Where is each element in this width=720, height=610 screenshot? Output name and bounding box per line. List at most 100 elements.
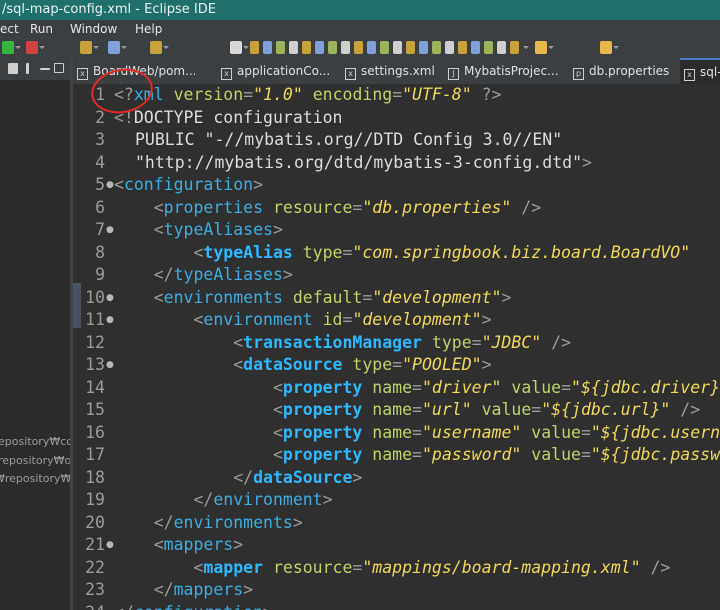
view-menu-icon[interactable] xyxy=(26,63,29,74)
forward-icon[interactable] xyxy=(600,41,619,54)
code-token: < xyxy=(114,535,164,554)
tab-label: settings.xml xyxy=(361,64,435,78)
run-icon[interactable] xyxy=(2,41,21,54)
collapse-all-icon[interactable] xyxy=(8,63,18,74)
tree-item[interactable]: epository₩com xyxy=(0,435,70,448)
fold-toggle-icon[interactable]: ● xyxy=(106,219,114,242)
code-line[interactable]: <property name="password" value="${jdbc.… xyxy=(114,444,720,467)
toolbar-tool-icon[interactable] xyxy=(497,41,516,54)
toolbar-tool-icon[interactable] xyxy=(458,41,477,54)
new-icon[interactable] xyxy=(108,41,127,54)
toolbar-tool-icon[interactable] xyxy=(367,41,386,54)
code-token: = xyxy=(580,422,591,442)
xml-editor[interactable]: 1 <?xml version="1.0" encoding="UTF-8" ?>… xyxy=(73,84,720,610)
code-token: configuration xyxy=(123,175,254,194)
code-line[interactable]: <property name="url" value="${jdbc.url}"… xyxy=(114,399,700,422)
tab-application-context[interactable]: x applicationCo... xyxy=(217,58,339,84)
toolbar-tool-icon[interactable] xyxy=(341,41,360,54)
code-line[interactable]: </configuration> xyxy=(114,602,273,610)
code-token: > xyxy=(282,265,293,284)
code-token: < xyxy=(114,355,244,374)
toolbar-tool-icon[interactable] xyxy=(302,41,321,54)
code-line[interactable]: <mapper resource="mappings/board-mapping… xyxy=(114,557,670,580)
menu-item-help[interactable]: Help xyxy=(135,20,162,38)
toolbar-tool-icon[interactable] xyxy=(510,41,529,54)
code-line[interactable]: <environment id="development"> xyxy=(114,309,491,332)
code-token: properties xyxy=(163,197,264,217)
code-token: "POOLED" xyxy=(402,355,482,374)
code-line[interactable]: <typeAliases> xyxy=(114,219,283,242)
properties-file-icon: p xyxy=(573,68,584,80)
code-token: = xyxy=(362,287,373,307)
code-line[interactable]: <dataSource type="POOLED"> xyxy=(114,354,491,377)
code-token: value xyxy=(501,377,562,397)
code-line[interactable]: "http://mybatis.org/dtd/mybatis-3-config… xyxy=(135,152,592,175)
code-line[interactable]: PUBLIC "-//mybatis.org//DTD Config 3.0//… xyxy=(135,129,562,152)
code-token: value xyxy=(471,400,532,419)
toolbar-tool-icon[interactable] xyxy=(445,41,464,54)
fold-toggle-icon[interactable]: ● xyxy=(106,287,114,310)
toolbar-tool-icon[interactable] xyxy=(263,41,282,54)
toolbar-tool-icon[interactable] xyxy=(419,41,438,54)
toolbar-tool-icon[interactable] xyxy=(328,41,347,54)
toolbar-tool-icon[interactable] xyxy=(250,41,269,54)
code-line[interactable]: </environment> xyxy=(114,489,333,512)
code-line[interactable]: <property name="driver" value="${jdbc.dr… xyxy=(114,377,720,400)
tree-item[interactable]: ₩repository₩o xyxy=(0,472,70,485)
menu-item-run[interactable]: Run xyxy=(30,20,53,38)
minimize-icon[interactable] xyxy=(40,68,50,70)
menu-item-window[interactable]: Window xyxy=(70,20,117,38)
toolbar-tool-icon[interactable] xyxy=(276,41,295,54)
fold-toggle-icon[interactable]: ● xyxy=(106,174,114,197)
back-icon[interactable] xyxy=(535,41,554,54)
code-line[interactable]: <environments default="development"> xyxy=(114,287,512,310)
code-token: "1.0" xyxy=(253,85,303,104)
code-line[interactable]: <!DOCTYPE configuration xyxy=(114,107,343,130)
debug-icon[interactable] xyxy=(26,41,45,54)
toolbar-tool-icon[interactable] xyxy=(315,41,334,54)
code-line[interactable]: <transactionManager type="JDBC" /> xyxy=(114,332,571,355)
toolbar-tool-icon[interactable] xyxy=(484,41,503,54)
code-line[interactable]: </dataSource> xyxy=(114,467,362,490)
search-icon[interactable] xyxy=(230,41,249,54)
toolbar-tool-icon[interactable] xyxy=(432,41,451,54)
tab-db-properties[interactable]: p db.properties xyxy=(569,58,683,84)
code-line[interactable]: </typeAliases> xyxy=(114,264,293,287)
code-token: name xyxy=(362,445,413,464)
code-token: < xyxy=(114,175,124,194)
fold-toggle-icon[interactable]: ● xyxy=(106,534,114,557)
fold-toggle-icon[interactable]: ● xyxy=(106,309,114,332)
code-token: > xyxy=(322,490,333,509)
code-line[interactable]: </environments> xyxy=(114,512,303,535)
toolbar-tool-icon[interactable] xyxy=(354,41,373,54)
code-line[interactable]: </mappers> xyxy=(114,579,253,602)
code-token: = xyxy=(412,377,422,397)
menu-item-project[interactable]: ect xyxy=(0,20,19,38)
toolbar-tool-icon[interactable] xyxy=(471,41,490,54)
code-token: resource xyxy=(263,557,353,577)
line-number: 9 xyxy=(95,265,105,284)
save-icon[interactable] xyxy=(150,41,169,54)
code-token: transactionManager xyxy=(243,332,422,352)
code-token: "${jdbc.url}" xyxy=(541,400,671,419)
line-number: 22 xyxy=(85,557,105,577)
toolbar-tool-icon[interactable] xyxy=(393,41,412,54)
tab-settings[interactable]: x settings.xml xyxy=(341,58,445,84)
stop-icon[interactable] xyxy=(80,41,99,54)
tab-mybatis-project[interactable]: J MybatisProjec... xyxy=(444,58,563,84)
line-number: 19 xyxy=(85,490,105,509)
code-line[interactable]: <property name="username" value="${jdbc.… xyxy=(114,422,720,445)
code-line[interactable]: <?xml version="1.0" encoding="UTF-8" ?> xyxy=(114,84,501,107)
code-line[interactable]: <configuration> xyxy=(114,174,263,197)
code-token: name xyxy=(362,422,413,442)
toolbar-tool-icon[interactable] xyxy=(406,41,425,54)
code-line[interactable]: <typeAlias type="com.springbook.biz.boar… xyxy=(114,242,690,265)
tab-sql-map-config[interactable]: x sql- xyxy=(680,58,720,84)
code-line[interactable]: <mappers> xyxy=(114,534,243,557)
toolbar-tool-icon[interactable] xyxy=(289,41,308,54)
fold-toggle-icon[interactable]: ● xyxy=(106,354,114,377)
code-line[interactable]: <properties resource="db.properties" /> xyxy=(114,197,541,220)
tree-item[interactable]: repository₩o xyxy=(0,454,70,467)
maximize-icon[interactable] xyxy=(54,63,64,73)
toolbar-tool-icon[interactable] xyxy=(380,41,399,54)
